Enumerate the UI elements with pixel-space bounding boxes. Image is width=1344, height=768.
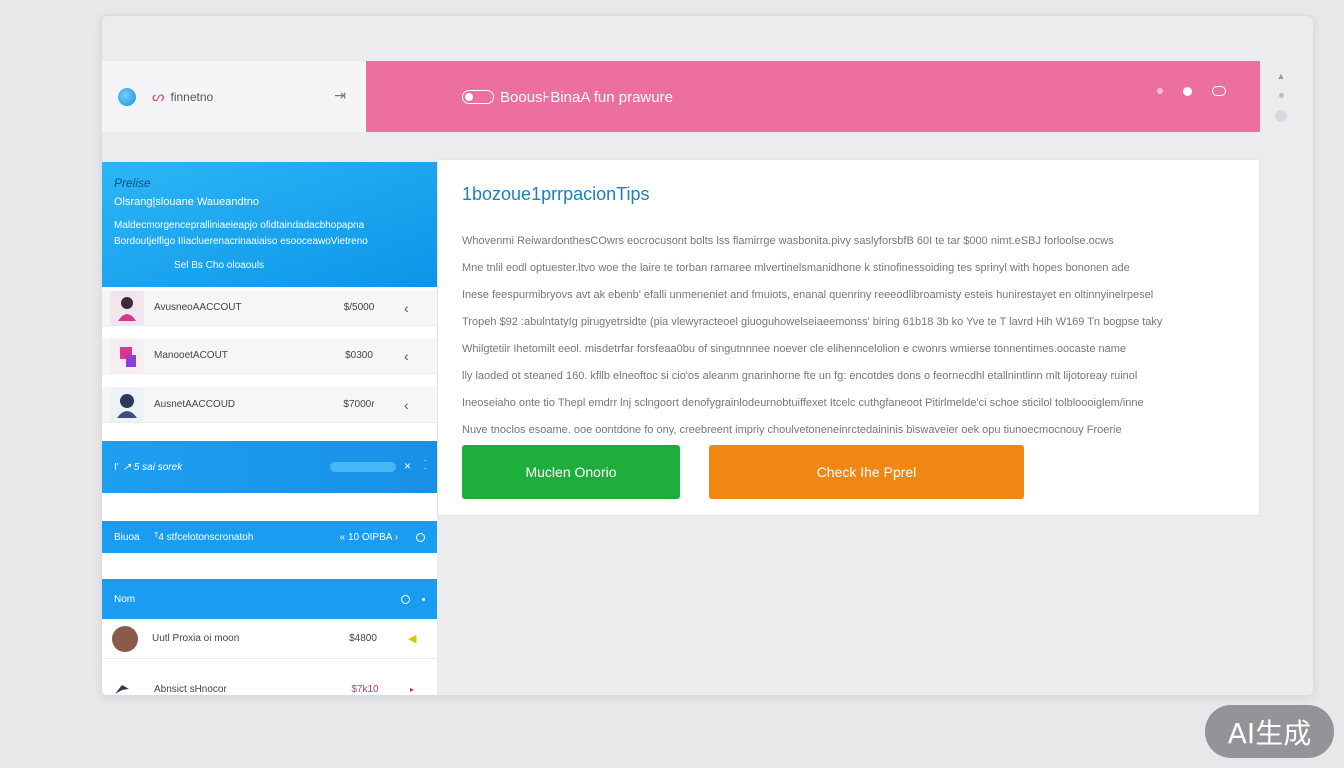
content-panel: 1bozoue1prrpacionTips Whovenmi Reiwardon… <box>437 159 1260 516</box>
arrow-right-icon[interactable]: ⇥ <box>334 87 346 104</box>
list-item-name: Abnsict sHnocor <box>154 683 227 695</box>
person-icon <box>117 393 137 418</box>
body-line: Whovenmi ReiwardonthesCOwrs eocrocusont … <box>462 235 1114 247</box>
radio-icon[interactable] <box>416 532 425 542</box>
section-controls <box>401 594 425 604</box>
ai-generated-badge: AI生成 <box>1205 705 1334 758</box>
person-icon <box>118 296 136 321</box>
body-line: lly laoded ot steaned 160. kfllb elneoft… <box>462 370 1138 382</box>
pager-dot[interactable] <box>1212 86 1226 96</box>
account-amount: $0300 <box>345 350 373 361</box>
filter-value: « 10 OIPBA › <box>339 531 398 543</box>
account-row[interactable]: ManooetACOUT $0300 ‹ <box>102 338 437 374</box>
promo-card: Prelise Olsrang|slouane Waueandtno Malde… <box>102 162 437 287</box>
list-item-amount: $4800 <box>349 633 377 644</box>
panel-title: 1bozoue1prrpacionTips <box>462 184 650 204</box>
logo-icon <box>118 87 136 106</box>
list-item-amount: $7k10 <box>351 683 379 695</box>
header-pager <box>1157 86 1226 96</box>
promo-body: Maldecmorgencepralliniaeieapjo ofidtaind… <box>114 218 425 250</box>
sidebar: Prelise Olsrang|slouane Waueandtno Malde… <box>102 162 437 695</box>
page-header: Boous⊦BinaA fun prawure <box>366 61 1260 132</box>
bird-icon <box>115 685 129 694</box>
section-label: Nom <box>114 593 136 605</box>
promo-body-line: Bordoutjelfigo IIiacluerenacrinaaiaiso e… <box>114 236 368 247</box>
scroll-thumb[interactable] <box>1275 110 1287 122</box>
avatar <box>110 338 144 373</box>
promo-body-line: Maldecmorgencepralliniaeieapjo ofidtaind… <box>114 220 365 231</box>
dot-icon <box>422 597 425 601</box>
avatar <box>112 679 132 695</box>
account-name: AusnetAACCOUD <box>154 399 236 410</box>
body-line: Nuve tnoclos esoame. ooe oontdone fo ony… <box>462 424 1122 436</box>
chevron-left-icon[interactable]: ‹ <box>404 348 409 364</box>
close-icon[interactable]: × <box>404 459 411 473</box>
progress-track <box>330 462 396 472</box>
gift-icon <box>120 346 136 367</box>
radio-icon[interactable] <box>401 594 410 604</box>
pager-dot[interactable] <box>1157 88 1163 94</box>
primary-button[interactable]: Muclen Onorio <box>462 445 680 499</box>
search-text[interactable]: ↗ 5 sai sorek <box>123 462 183 473</box>
account-row[interactable]: AvusneoAACCOUT $/5000 ‹ <box>102 290 437 326</box>
list-item[interactable]: Uutl Proxia oi moon $4800 ◀ <box>102 619 437 659</box>
body-line: Ineoseiaho onte tio Thepl emdrr lnj scln… <box>462 397 1144 409</box>
chevron-left-icon[interactable]: ‹ <box>404 397 409 413</box>
account-amount: $/5000 <box>343 302 375 313</box>
avatar <box>110 387 144 422</box>
more-icon[interactable]: · · <box>424 456 427 474</box>
filter-bar[interactable]: Biuoa ᵀ4 stfcelotonscronatoh « 10 OIPBA … <box>102 521 437 553</box>
title-bar: ᔕ finnetno ⇥ <box>102 61 366 132</box>
list-item[interactable]: Abnsict sHnocor $7k10 ▸ <box>102 669 437 695</box>
filter-text: ᵀ4 stfcelotonscronatoh <box>154 531 254 543</box>
chevron-left-icon[interactable]: ‹ <box>404 300 409 316</box>
scroll-up-icon[interactable]: ▲ <box>1277 71 1286 81</box>
body-line: Mne tnlil eodl optuester.ltvo woe the la… <box>462 262 1130 274</box>
header-title: Boous⊦BinaA fun prawure <box>500 88 673 106</box>
app-window: ᔕ finnetno ⇥ Boous⊦BinaA fun prawure ▲ P… <box>101 15 1314 696</box>
promo-link[interactable]: Sel Bs Cho oloaouls <box>174 260 425 271</box>
body-line: Whilgtetiir Ihetomilt eeol. misdetrfar f… <box>462 343 1127 355</box>
bar-icon: I' <box>114 461 119 473</box>
promo-title: Prelise <box>114 176 151 190</box>
body-line: Inese feespurmibryovs avt ak ebenb' efal… <box>462 289 1154 301</box>
check-button[interactable]: Check Ihe Pprel <box>709 445 1024 499</box>
account-name: AvusneoAACCOUT <box>154 302 242 313</box>
section-bar[interactable]: Nom <box>102 579 437 619</box>
promo-subtitle: Olsrang|slouane Waueandtno <box>114 196 259 208</box>
account-amount: $7000r <box>343 399 375 410</box>
avatar <box>110 290 144 325</box>
scroll-controls: ▲ <box>1275 71 1287 122</box>
caret-left-icon[interactable]: ◀ <box>408 632 416 645</box>
account-row[interactable]: AusnetAACCOUD $7000r ‹ <box>102 387 437 423</box>
ribbon-icon: ᔕ <box>152 88 165 104</box>
filter-label: Biuoa <box>114 531 140 543</box>
search-bar[interactable]: I' ↗ 5 sai sorek × · · <box>102 441 437 493</box>
panel-body: Whovenmi ReiwardonthesCOwrs eocrocusont … <box>462 228 1192 444</box>
body-line: Tropeh $92 :abulntatyIg pirugyetrsidte (… <box>462 316 1163 328</box>
scroll-dot[interactable] <box>1278 93 1284 98</box>
avatar <box>112 625 138 652</box>
account-name: ManooetACOUT <box>154 350 228 361</box>
brand-name: finnetno <box>170 89 214 104</box>
caret-right-icon[interactable]: ▸ <box>410 685 414 694</box>
header-toggle[interactable] <box>462 89 494 104</box>
pager-dot-active[interactable] <box>1183 86 1192 96</box>
list-item-name: Uutl Proxia oi moon <box>152 633 240 644</box>
